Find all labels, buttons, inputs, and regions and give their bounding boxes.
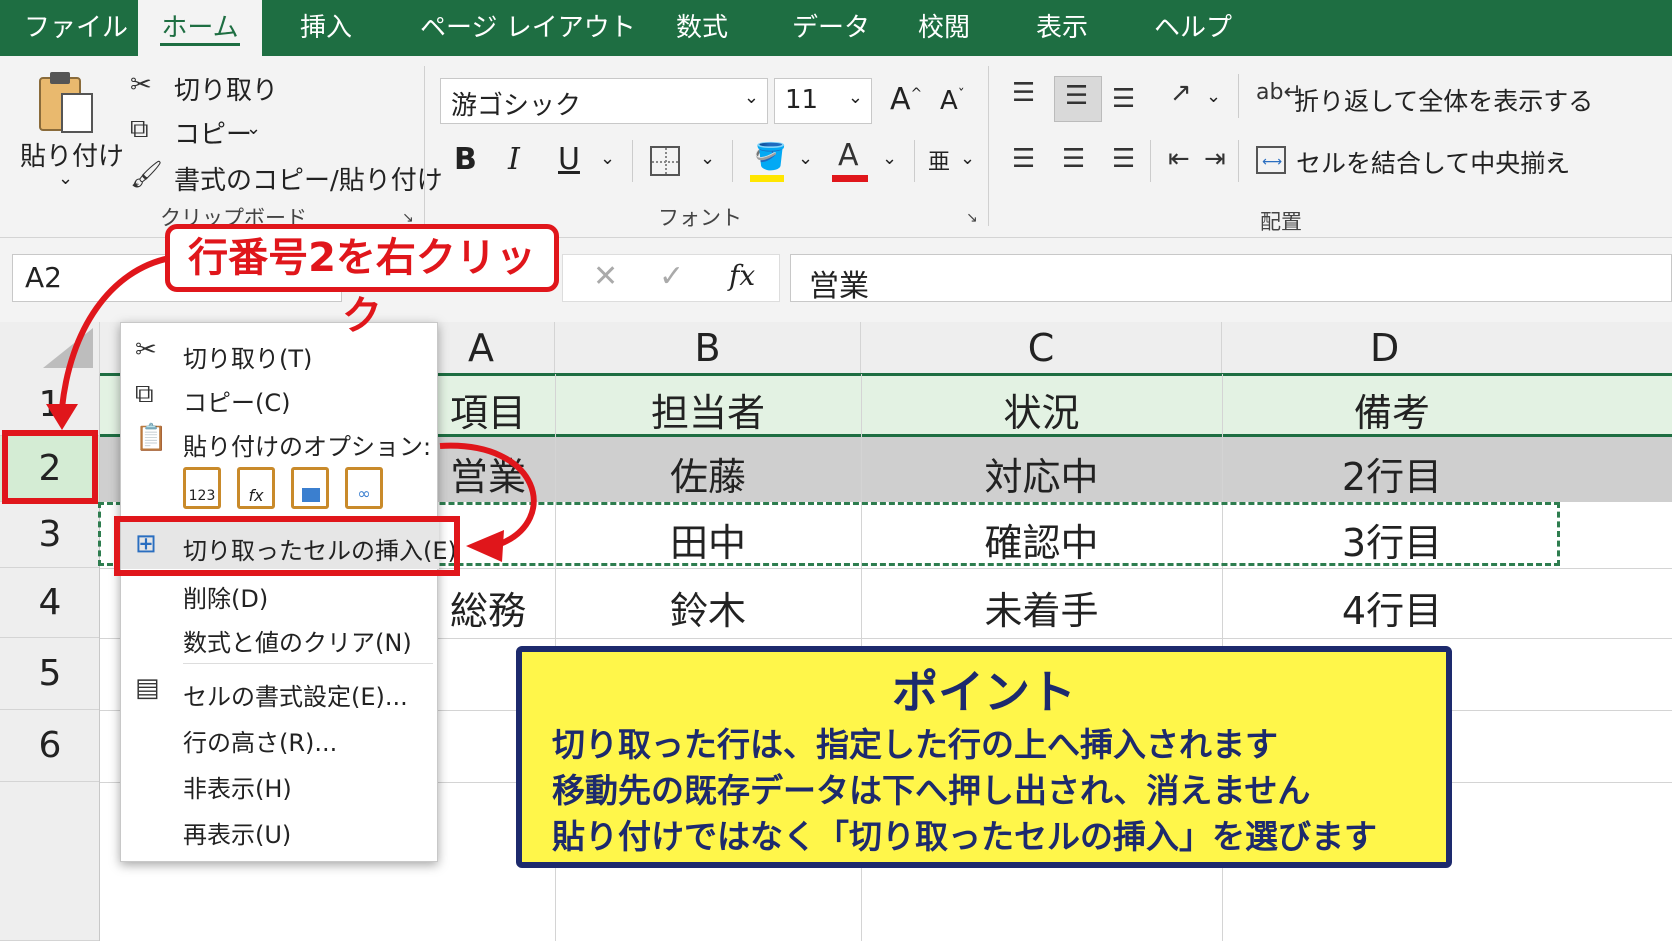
point-line-2: 移動先の既存データは下へ押し出され、消えません (552, 771, 1311, 810)
arrow-to-row-2 (59, 255, 171, 409)
arrow-to-insert-item (439, 442, 537, 547)
point-line-1: 切り取った行は、指定した行の上へ挿入されます (552, 725, 1278, 764)
point-box: ポイント 切り取った行は、指定した行の上へ挿入されます 移動先の既存データは下へ… (516, 646, 1452, 868)
point-line-3: 貼り付けではなく「切り取ったセルの挿入」を選びます (552, 817, 1377, 856)
arrowhead-icon (46, 404, 78, 430)
point-title: ポイント (892, 665, 1076, 719)
callout-right-click: 行番号2を右クリック (165, 224, 559, 339)
arrowhead-icon (466, 530, 504, 562)
